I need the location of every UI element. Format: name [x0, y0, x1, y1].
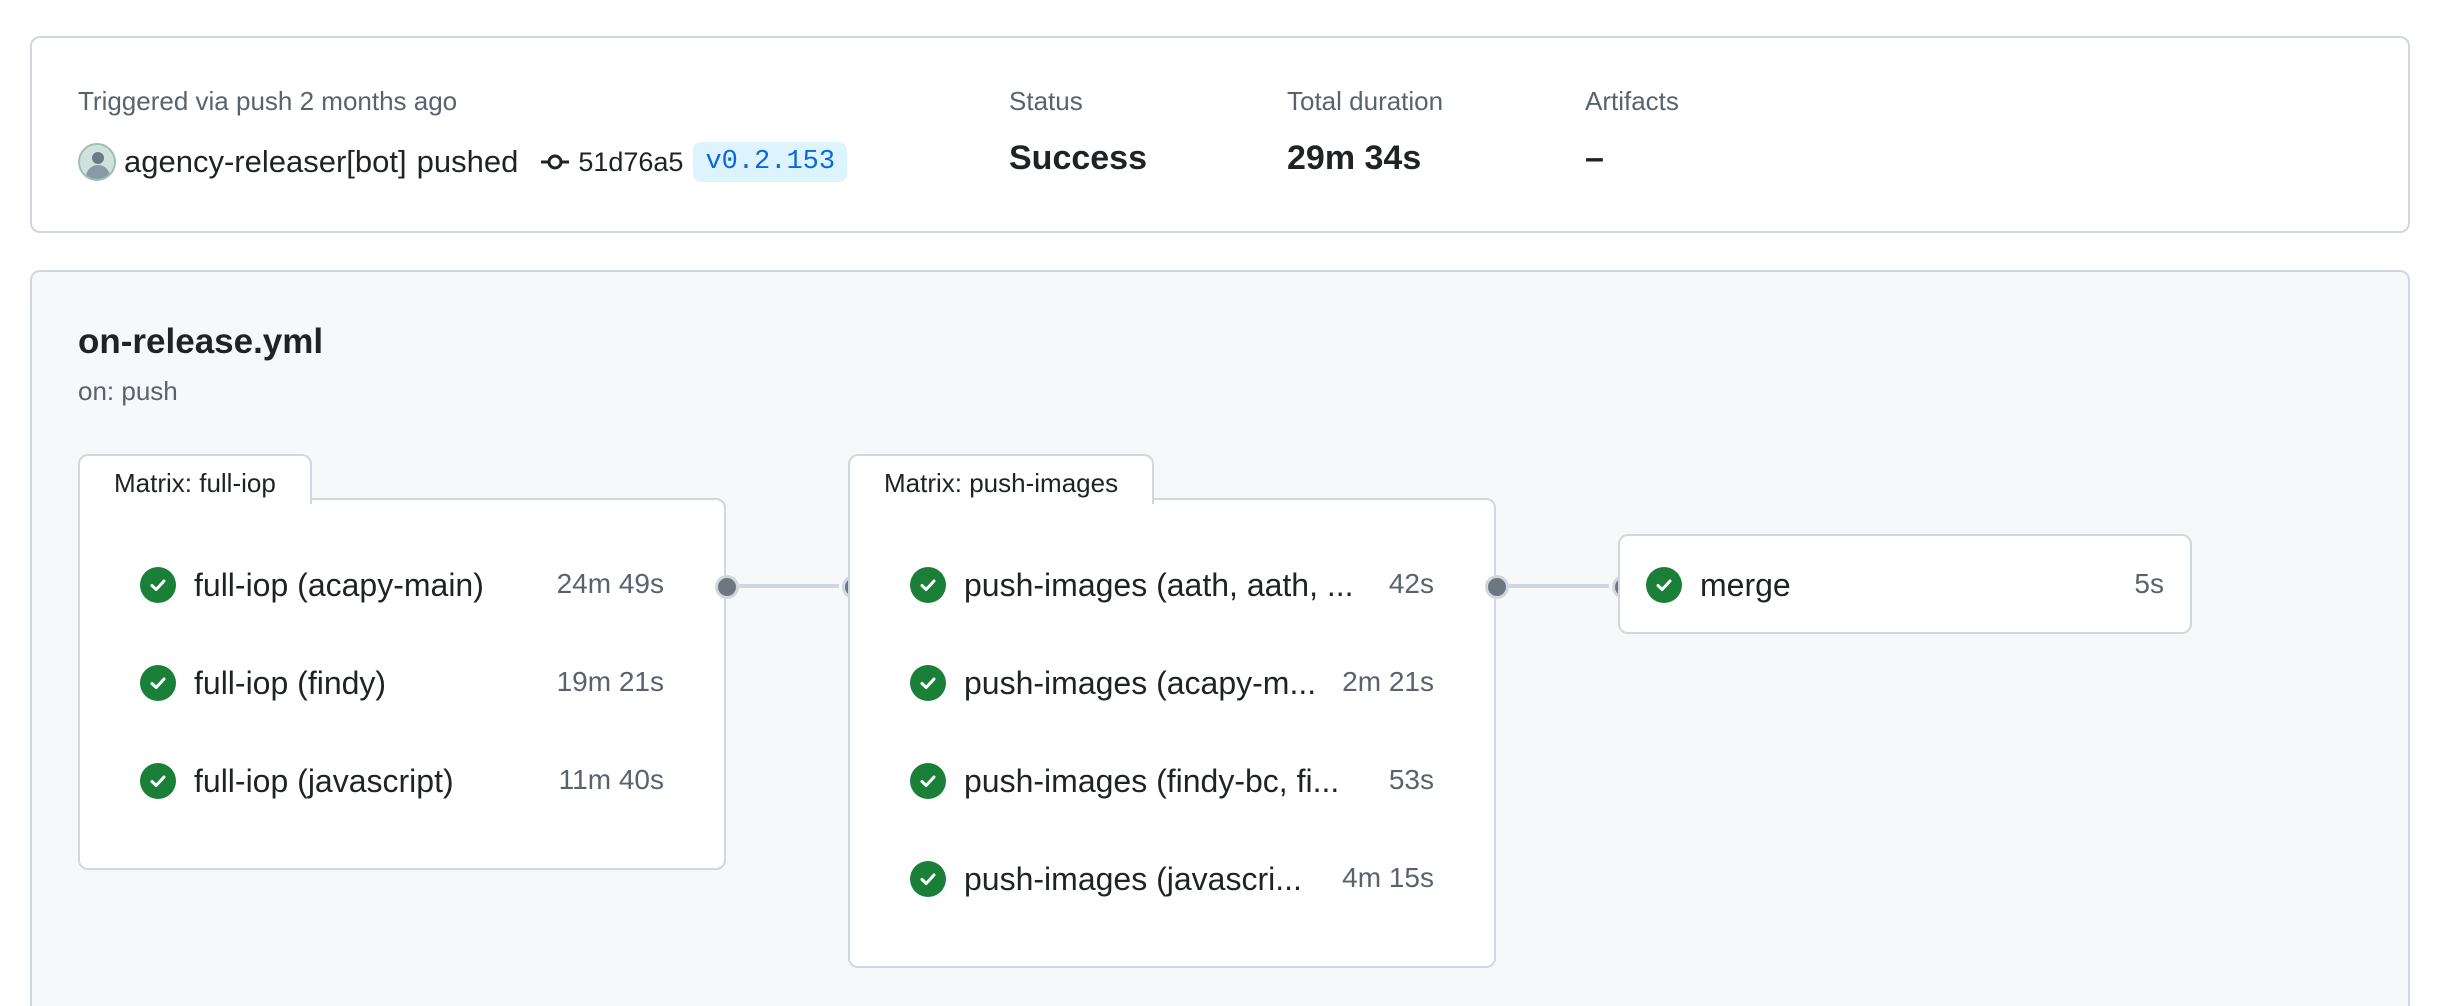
job-duration: 24m 49s [556, 568, 664, 599]
job-name: push-images (acapy-m... [964, 664, 1317, 701]
check-circle-icon [910, 763, 946, 799]
workflow-graph: on-release.yml on: push Matrix: full-iop… [30, 270, 2410, 1006]
workflow-file-title[interactable]: on-release.yml [78, 322, 323, 362]
job-name: full-iop (acapy-main) [194, 566, 484, 603]
trigger-text: Triggered via push 2 months ago [78, 86, 458, 116]
check-circle-icon [1646, 567, 1682, 603]
edge-connector [1509, 584, 1609, 588]
edge-connector [739, 584, 839, 588]
bot-avatar[interactable] [78, 143, 116, 181]
check-circle-icon [910, 861, 946, 897]
check-circle-icon [910, 567, 946, 603]
run-summary-card: Triggered via push 2 months ago agency-r… [30, 36, 2410, 233]
action-text: pushed [416, 144, 519, 179]
matrix-push-images: Matrix: push-images push-images (aath, a… [848, 454, 1496, 968]
trigger-section: Triggered via push 2 months ago agency-r… [78, 86, 848, 184]
job-name: push-images (javascri... [964, 860, 1302, 897]
job-duration: 53s [1388, 764, 1434, 795]
commit-sha-link[interactable]: 51d76a5 [578, 147, 683, 178]
workflow-trigger: on: push [78, 376, 178, 406]
job-row[interactable]: push-images (aath, aath, ... [910, 560, 1370, 610]
job-name: full-iop (javascript) [194, 762, 454, 799]
artifacts-section: Artifacts – [1585, 86, 1679, 178]
check-circle-icon [140, 665, 176, 701]
merge-job-card[interactable]: merge 5s [1618, 534, 2192, 634]
status-section: Status Success [1009, 86, 1147, 178]
job-name: merge [1700, 566, 1791, 603]
tag-badge[interactable]: v0.2.153 [693, 142, 848, 182]
job-duration: 5s [2134, 568, 2164, 599]
check-circle-icon [140, 567, 176, 603]
status-value: Success [1009, 139, 1147, 177]
matrix-title[interactable]: Matrix: push-images [848, 454, 1155, 504]
job-name: push-images (aath, aath, ... [964, 566, 1354, 603]
duration-section: Total duration 29m 34s [1287, 86, 1443, 178]
matrix-title[interactable]: Matrix: full-iop [78, 454, 312, 504]
matrix-box: full-iop (acapy-main) 24m 49s full-iop (… [78, 498, 726, 870]
job-name: full-iop (findy) [194, 664, 387, 701]
job-duration: 11m 40s [558, 764, 664, 795]
job-duration: 4m 15s [1342, 862, 1434, 893]
trigger-row: agency-releaser[bot] pushed 51d76a5 v0.2… [78, 140, 848, 184]
job-row[interactable]: push-images (findy-bc, fi... [910, 756, 1370, 806]
edge-node [1485, 575, 1509, 599]
status-label: Status [1009, 86, 1083, 116]
job-row[interactable]: merge [1646, 560, 2046, 610]
check-circle-icon [910, 665, 946, 701]
actor-link[interactable]: agency-releaser[bot] [124, 144, 407, 180]
job-name: push-images (findy-bc, fi... [964, 762, 1340, 799]
job-row[interactable]: push-images (acapy-m... [910, 658, 1370, 708]
artifacts-label: Artifacts [1585, 86, 1679, 116]
duration-label: Total duration [1287, 86, 1444, 116]
job-duration: 42s [1388, 568, 1434, 599]
duration-value: 29m 34s [1287, 139, 1422, 177]
artifacts-value: – [1585, 139, 1604, 177]
job-duration: 2m 21s [1342, 666, 1434, 697]
git-commit-icon [540, 150, 570, 174]
matrix-full-iop: Matrix: full-iop full-iop (acapy-main) 2… [78, 454, 726, 870]
job-row[interactable]: push-images (javascri... [910, 854, 1370, 904]
job-duration: 19m 21s [556, 666, 664, 697]
check-circle-icon [140, 763, 176, 799]
edge-node [715, 575, 739, 599]
matrix-box: push-images (aath, aath, ... 42s push-im… [848, 498, 1496, 968]
